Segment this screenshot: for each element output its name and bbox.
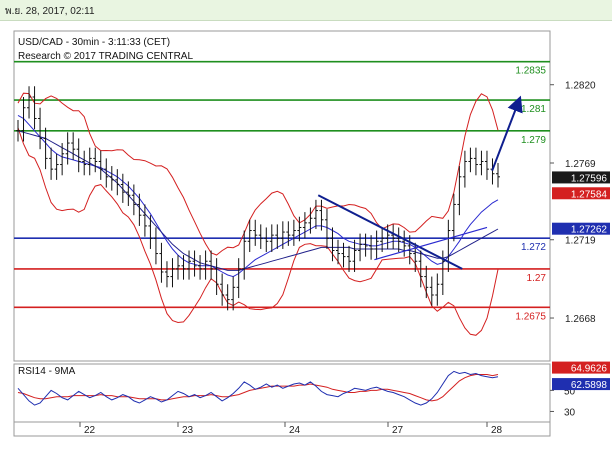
level-label-5: 1.2675	[515, 311, 546, 322]
x-tick-label-2: 24	[289, 425, 301, 436]
price-badge-0: 1.27596	[571, 173, 608, 184]
price-axis: 1.2820 1.2769 1.2719 1.2668	[550, 81, 596, 325]
usdcad-chart: 1.28351.2811.2791.2721.271.2675 1.28201.…	[13, 30, 610, 437]
x-tick-label-0: 22	[84, 425, 96, 436]
level-label-2: 1.279	[521, 135, 546, 146]
price-badge-2: 1.27262	[571, 225, 608, 236]
chart-research-credit: Research © 2017 TRADING CENTRAL	[18, 51, 193, 62]
price-tick-label-3: 1.2668	[565, 314, 596, 325]
level-label-4: 1.27	[527, 273, 547, 284]
level-label-0: 1.2835	[515, 66, 546, 77]
rsi-title: RSI14 - 9MA	[18, 366, 76, 377]
level-label-3: 1.272	[521, 242, 546, 253]
rsi-panel	[13, 363, 551, 423]
rsi-badge-0: 64.9626	[571, 364, 608, 375]
price-badge-1: 1.27584	[571, 189, 608, 200]
rsi-tick-label-1: 30	[564, 407, 576, 418]
x-tick-label-3: 27	[392, 425, 404, 436]
price-panel	[13, 30, 551, 362]
rsi-badge-1: 62.5898	[571, 380, 608, 391]
price-tick-label-2: 1.2719	[565, 236, 596, 247]
price-tick-label-1: 1.2769	[565, 159, 596, 170]
price-badges: 1.27596 1.27584 1.27262	[552, 171, 610, 236]
chart-symbol-title: USD/CAD - 30min - 3:11:33 (CET)	[18, 37, 170, 48]
price-tick-label-0: 1.2820	[565, 81, 596, 92]
level-label-1: 1.281	[521, 104, 546, 115]
x-tick-label-4: 28	[491, 425, 503, 436]
x-tick-label-1: 23	[182, 425, 194, 436]
